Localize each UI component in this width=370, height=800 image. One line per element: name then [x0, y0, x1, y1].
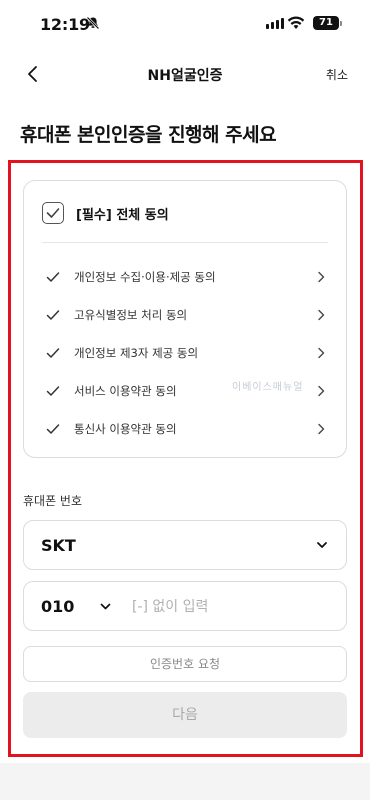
bell-muted-icon — [86, 16, 100, 30]
divider — [42, 242, 328, 243]
request-code-button[interactable]: 인증번호 요청 — [23, 646, 347, 682]
wifi-icon — [287, 16, 305, 29]
header-title: NH얼굴인증 — [147, 68, 223, 84]
consent-item[interactable]: 고유식별정보 처리 동의 — [46, 302, 326, 328]
check-icon — [46, 272, 60, 282]
phone-number-field: 010 — [23, 581, 347, 631]
consent-card: [필수] 전체 동의 개인정보 수집·이용·제공 동의 고유식별정보 처리 동의… — [23, 180, 347, 458]
carrier-select[interactable]: SKT — [23, 520, 347, 570]
watermark: 이베이스매뉴얼 — [232, 382, 304, 393]
status-bar: 12:19 71 — [0, 0, 370, 48]
page-title: 휴대폰 본인인증을 진행해 주세요 — [20, 124, 277, 146]
consent-item[interactable]: 통신사 이용약관 동의 — [46, 416, 326, 442]
chevron-right-icon — [318, 271, 325, 283]
chevron-right-icon — [318, 309, 325, 321]
consent-item-label: 개인정보 제3자 제공 동의 — [74, 346, 199, 360]
chevron-right-icon — [318, 423, 325, 435]
header: NH얼굴인증 취소 — [0, 55, 370, 95]
consent-item[interactable]: 개인정보 수집·이용·제공 동의 — [46, 264, 326, 290]
bottom-area — [0, 763, 370, 800]
consent-item-label: 고유식별정보 처리 동의 — [74, 308, 188, 322]
consent-item-label: 통신사 이용약관 동의 — [74, 422, 177, 436]
check-icon — [46, 386, 60, 396]
checkbox-icon — [42, 202, 64, 224]
consent-item-label: 개인정보 수집·이용·제공 동의 — [74, 270, 216, 284]
phone-number-input[interactable] — [132, 594, 332, 620]
next-button[interactable]: 다음 — [23, 692, 347, 738]
agree-all-checkbox[interactable]: [필수] 전체 동의 — [42, 202, 169, 224]
agree-all-label: [필수] 전체 동의 — [76, 207, 169, 223]
check-icon — [46, 310, 60, 320]
chevron-right-icon — [318, 347, 325, 359]
cellular-signal-icon — [266, 18, 284, 29]
chevron-right-icon — [318, 385, 325, 397]
chevron-down-icon[interactable] — [100, 602, 111, 611]
chevron-down-icon — [317, 542, 327, 548]
cancel-button[interactable]: 취소 — [326, 66, 348, 83]
check-icon — [46, 348, 60, 358]
carrier-value: SKT — [41, 536, 76, 555]
phone-prefix-select[interactable]: 010 — [41, 597, 74, 616]
check-icon — [46, 424, 60, 434]
phone-number-label: 휴대폰 번호 — [23, 494, 83, 508]
consent-item[interactable]: 개인정보 제3자 제공 동의 — [46, 340, 326, 366]
status-time: 12:19 — [40, 15, 90, 34]
battery-icon: 71 — [313, 16, 342, 30]
